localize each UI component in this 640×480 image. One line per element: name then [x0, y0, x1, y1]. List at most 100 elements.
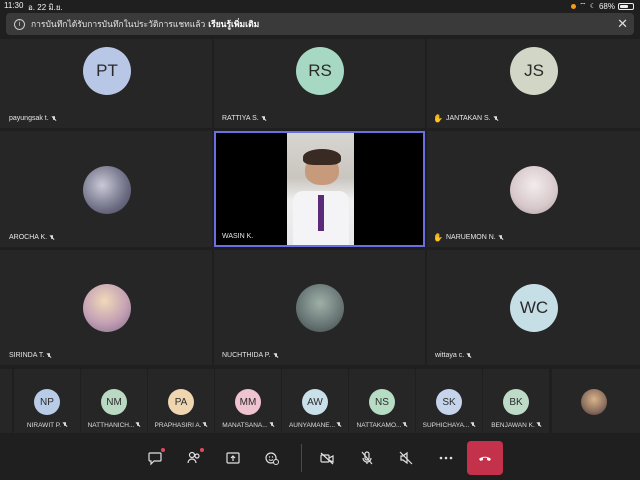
participant-name: SUPHICHAYA... [416, 422, 482, 429]
participant-tile[interactable]: ✋ NARUEMON N. [427, 131, 640, 247]
raised-hand-icon: ✋ [433, 114, 443, 123]
profile-photo [296, 284, 344, 332]
chat-icon [148, 452, 162, 466]
share-icon [226, 452, 240, 464]
participant-tile[interactable]: PT payungsak t. [0, 39, 212, 128]
participant-name: ✋ JANTAKAN S. [433, 114, 498, 123]
participant-tile[interactable]: AROCHA K. [0, 131, 212, 247]
participant-tile[interactable]: JS ✋ JANTAKAN S. [427, 39, 640, 128]
share-button[interactable] [222, 447, 244, 469]
profile-photo [83, 166, 131, 214]
participant-name: payungsak t. [9, 115, 56, 122]
participants-icon [187, 451, 200, 464]
moon-icon: ☾ [589, 3, 596, 10]
participant-tile[interactable]: RS RATTIYA S. [214, 39, 425, 128]
participant-name: AROCHA K. [9, 234, 54, 241]
mic-off-icon [499, 234, 503, 241]
participant-name: AUNYAMANE... [282, 422, 348, 429]
toolbar-divider [301, 444, 302, 472]
meeting-toolbar [0, 438, 640, 480]
avatar: PT [83, 47, 131, 95]
camera-toggle-button[interactable] [316, 447, 338, 469]
avatar: MM [235, 389, 261, 415]
hangup-button[interactable] [467, 441, 503, 475]
avatar: BK [503, 389, 529, 415]
participant-name: NUCHTHIDA P. [222, 352, 278, 359]
speaker-toggle-button[interactable] [395, 447, 417, 469]
participant-tile[interactable]: BK BENJAWAN K. [483, 369, 549, 433]
hangup-icon [479, 456, 491, 461]
mic-off-icon [63, 422, 67, 428]
mic-off-icon [361, 451, 373, 465]
raised-hand-icon: ✋ [433, 233, 443, 242]
mic-off-icon [337, 422, 341, 428]
participant-tile[interactable]: NS NATTAKAMO... [349, 369, 415, 433]
mic-off-icon [262, 115, 266, 122]
mic-off-icon [467, 352, 471, 359]
participant-tile[interactable]: MM MANATSANA... [215, 369, 281, 433]
avatar: RS [296, 47, 344, 95]
battery-percent: 68% [598, 1, 615, 11]
mic-off-icon [136, 422, 140, 428]
participant-name: MANATSANA... [215, 422, 281, 429]
avatar: WC [510, 284, 558, 332]
avatar: PA [168, 389, 194, 415]
status-bar: 11:30 อ. 22 มิ.ย. ⌔ ☾ 68% [0, 0, 640, 12]
notification-badge [161, 448, 165, 452]
participant-tile[interactable]: SK SUPHICHAYA... [416, 369, 482, 433]
mic-off-icon [471, 422, 475, 428]
video-feed [287, 133, 354, 245]
close-icon[interactable]: ✕ [617, 16, 628, 32]
avatar: NS [369, 389, 395, 415]
participant-tile[interactable]: NP NIRAWIT P. [14, 369, 80, 433]
mic-off-icon [537, 422, 541, 428]
status-time: 11:30 [4, 1, 24, 10]
participant-name: RATTIYA S. [222, 115, 266, 122]
chat-button[interactable] [144, 447, 166, 469]
participant-name: NIRAWIT P. [14, 422, 80, 429]
participant-name: WASIN K. [222, 233, 254, 240]
profile-photo [83, 284, 131, 332]
more-button[interactable] [435, 447, 457, 469]
mic-off-icon [50, 234, 54, 241]
mic-toggle-button[interactable] [356, 447, 378, 469]
participant-name: wittaya c. [435, 352, 471, 359]
mic-off-icon [47, 352, 51, 359]
reactions-button[interactable] [261, 447, 283, 469]
profile-photo [510, 166, 558, 214]
banner-text: การบันทึกได้รับการบันทึกในประวัติการแชทแ… [31, 19, 206, 29]
mic-off-icon [270, 422, 274, 428]
filmstrip-edge [0, 369, 12, 433]
info-icon: i [14, 18, 25, 30]
learn-more-link[interactable]: เรียนรู้เพิ่มเติม [208, 17, 259, 31]
participant-tile[interactable]: SIRINDA T. [0, 250, 212, 365]
participant-tile[interactable]: NUCHTHIDA P. [214, 250, 425, 365]
participant-tile[interactable]: NM NATTHANICH... [81, 369, 147, 433]
speaker-off-icon [399, 451, 413, 465]
active-video-tile[interactable]: WASIN K. [214, 131, 425, 247]
participant-tile[interactable]: WC wittaya c. [427, 250, 640, 365]
mic-off-icon [203, 422, 207, 428]
status-right: ⌔ ☾ 68% [571, 1, 634, 11]
participant-tile[interactable]: AW AUNYAMANE... [282, 369, 348, 433]
battery-icon [618, 2, 634, 10]
participant-name: SIRINDA T. [9, 352, 51, 359]
mic-off-icon [52, 115, 56, 122]
more-icon [439, 456, 453, 460]
camera-off-icon [320, 452, 334, 465]
participant-name: ✋ NARUEMON N. [433, 233, 503, 242]
avatar: SK [436, 389, 462, 415]
recording-banner: i การบันทึกได้รับการบันทึกในประวัติการแช… [6, 13, 634, 35]
mic-off-icon [274, 352, 278, 359]
participant-tile[interactable]: PA PRAPHASIRI A. [148, 369, 214, 433]
profile-photo [581, 389, 607, 415]
participant-tile[interactable] [552, 369, 640, 433]
notification-badge [200, 448, 204, 452]
reactions-icon [265, 452, 279, 465]
participant-name: NATTAKAMO... [349, 422, 415, 429]
teams-meeting-screen: 11:30 อ. 22 มิ.ย. ⌔ ☾ 68% i การบันทึกได้… [0, 0, 640, 480]
avatar: NP [34, 389, 60, 415]
mic-off-icon [494, 115, 498, 122]
participants-button[interactable] [183, 447, 205, 469]
participant-name: NATTHANICH... [81, 422, 147, 429]
